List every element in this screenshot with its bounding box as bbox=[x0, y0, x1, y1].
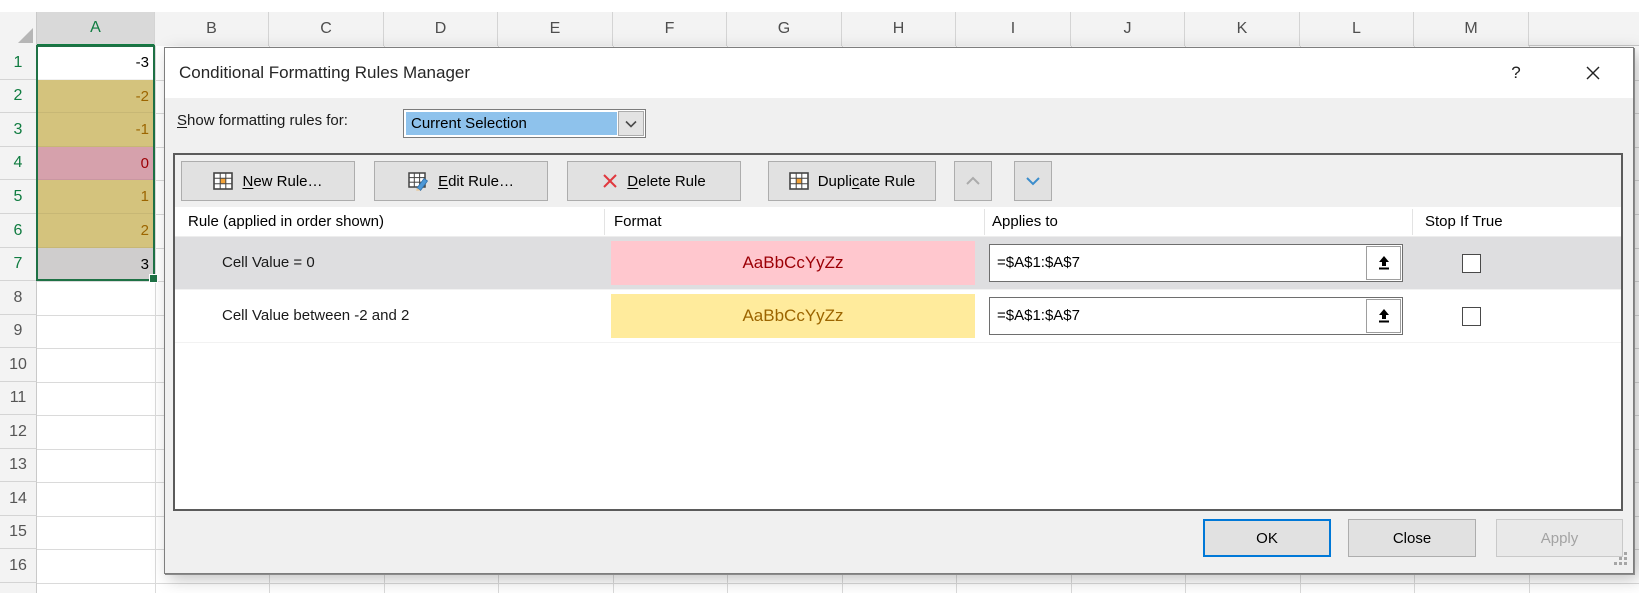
row-header-11[interactable]: 11 bbox=[0, 382, 37, 415]
column-header-c[interactable]: C bbox=[269, 12, 384, 46]
row-header-2[interactable]: 2 bbox=[0, 80, 37, 113]
column-divider bbox=[604, 209, 605, 235]
rule-description: Cell Value = 0 bbox=[222, 237, 315, 289]
edit-rule-button[interactable]: Edit Rule… bbox=[374, 161, 548, 201]
selection-rectangle bbox=[36, 45, 155, 281]
move-rule-up-button[interactable] bbox=[954, 161, 992, 201]
duplicate-rule-button[interactable]: Duplicate Rule bbox=[768, 161, 936, 201]
chevron-down-icon bbox=[1025, 176, 1041, 186]
column-divider bbox=[984, 209, 985, 235]
rules-scope-dropdown[interactable]: Current Selection bbox=[403, 109, 646, 138]
stop-if-true-checkbox[interactable] bbox=[1462, 307, 1481, 326]
select-all-triangle-icon bbox=[18, 28, 33, 43]
column-header-m[interactable]: M bbox=[1414, 12, 1529, 46]
red-x-icon bbox=[602, 173, 618, 189]
applies-to-input[interactable]: =$A$1:$A$7 bbox=[989, 244, 1403, 282]
row-header-13[interactable]: 13 bbox=[0, 449, 37, 482]
show-formatting-rules-label: Show formatting rules for: bbox=[177, 112, 348, 129]
rule-row[interactable]: Cell Value between -2 and 2 AaBbCcYyZz =… bbox=[175, 290, 1621, 343]
rules-scope-value: Current Selection bbox=[406, 112, 617, 135]
table-grid-icon bbox=[213, 172, 233, 190]
dialog-titlebar: Conditional Formatting Rules Manager ? bbox=[165, 48, 1633, 98]
move-rule-down-button[interactable] bbox=[1014, 161, 1052, 201]
stop-if-true-checkbox[interactable] bbox=[1462, 254, 1481, 273]
chevron-down-icon[interactable] bbox=[618, 111, 644, 136]
row-header-15[interactable]: 15 bbox=[0, 516, 37, 549]
header-rule: Rule (applied in order shown) bbox=[188, 207, 384, 237]
row-header-1[interactable]: 1 bbox=[0, 46, 37, 80]
chevron-up-icon bbox=[965, 176, 981, 186]
rules-toolbar: New Rule… Edit Rule… Delete Rule Duplica… bbox=[175, 155, 1621, 207]
dialog-title: Conditional Formatting Rules Manager bbox=[179, 48, 470, 98]
new-rule-button[interactable]: New Rule… bbox=[181, 161, 355, 201]
header-format: Format bbox=[614, 207, 662, 237]
column-header-h[interactable]: H bbox=[842, 12, 956, 46]
row-header-14[interactable]: 14 bbox=[0, 482, 37, 516]
table-pencil-icon bbox=[408, 172, 429, 191]
row-header-9[interactable]: 9 bbox=[0, 315, 37, 348]
duplicate-rule-label: Duplicate Rule bbox=[818, 173, 916, 190]
resize-grip-icon[interactable] bbox=[1613, 551, 1628, 570]
applies-to-input[interactable]: =$A$1:$A$7 bbox=[989, 297, 1403, 335]
row-header-4[interactable]: 4 bbox=[0, 147, 37, 180]
row-header-16[interactable]: 16 bbox=[0, 549, 37, 583]
table-grid-icon bbox=[789, 172, 809, 190]
row-header-6[interactable]: 6 bbox=[0, 214, 37, 248]
column-header-l[interactable]: L bbox=[1300, 12, 1414, 46]
applies-to-value: =$A$1:$A$7 bbox=[997, 298, 1080, 334]
format-preview: AaBbCcYyZz bbox=[611, 294, 975, 338]
rules-panel: New Rule… Edit Rule… Delete Rule Duplica… bbox=[173, 153, 1623, 511]
column-header-a[interactable]: A bbox=[37, 12, 155, 46]
apply-button[interactable]: Apply bbox=[1496, 519, 1623, 557]
rules-list-header: Rule (applied in order shown) Format App… bbox=[175, 207, 1621, 237]
new-rule-label: New Rule… bbox=[242, 173, 322, 190]
gridline bbox=[37, 583, 1639, 584]
edit-rule-label: Edit Rule… bbox=[438, 173, 514, 190]
format-preview: AaBbCcYyZz bbox=[611, 241, 975, 285]
column-header-f[interactable]: F bbox=[613, 12, 727, 46]
conditional-formatting-rules-manager-dialog: Conditional Formatting Rules Manager ? S… bbox=[164, 47, 1634, 574]
column-header-k[interactable]: K bbox=[1185, 12, 1300, 46]
row-header-7[interactable]: 7 bbox=[0, 248, 37, 281]
row-header-8[interactable]: 8 bbox=[0, 281, 37, 315]
close-button[interactable]: Close bbox=[1348, 519, 1476, 557]
arrow-up-from-bar-icon bbox=[1376, 255, 1392, 271]
rule-description: Cell Value between -2 and 2 bbox=[222, 290, 409, 342]
delete-rule-label: Delete Rule bbox=[627, 173, 705, 190]
header-applies-to: Applies to bbox=[992, 207, 1058, 237]
column-header-i[interactable]: I bbox=[956, 12, 1071, 46]
column-header-e[interactable]: E bbox=[498, 12, 613, 46]
row-header-5[interactable]: 5 bbox=[0, 180, 37, 214]
arrow-up-from-bar-icon bbox=[1376, 308, 1392, 324]
column-header-j[interactable]: J bbox=[1071, 12, 1185, 46]
row-header-10[interactable]: 10 bbox=[0, 348, 37, 382]
collapse-dialog-button[interactable] bbox=[1366, 299, 1401, 333]
rule-row[interactable]: Cell Value = 0 AaBbCcYyZz =$A$1:$A$7 bbox=[175, 237, 1621, 290]
help-icon[interactable]: ? bbox=[1501, 48, 1531, 98]
applies-to-value: =$A$1:$A$7 bbox=[997, 245, 1080, 281]
row-header-12[interactable]: 12 bbox=[0, 415, 37, 449]
row-header-3[interactable]: 3 bbox=[0, 113, 37, 147]
gridline bbox=[155, 46, 156, 593]
delete-rule-button[interactable]: Delete Rule bbox=[567, 161, 741, 201]
fill-handle[interactable] bbox=[149, 274, 158, 283]
column-header-g[interactable]: G bbox=[727, 12, 842, 46]
collapse-dialog-button[interactable] bbox=[1366, 246, 1401, 280]
close-icon[interactable] bbox=[1573, 48, 1613, 98]
select-all-corner[interactable] bbox=[0, 12, 37, 46]
ok-button[interactable]: OK bbox=[1203, 519, 1331, 557]
column-header-d[interactable]: D bbox=[384, 12, 498, 46]
column-divider bbox=[1412, 209, 1413, 235]
header-stop-if-true: Stop If True bbox=[1425, 207, 1503, 237]
column-header-b[interactable]: B bbox=[155, 12, 269, 46]
